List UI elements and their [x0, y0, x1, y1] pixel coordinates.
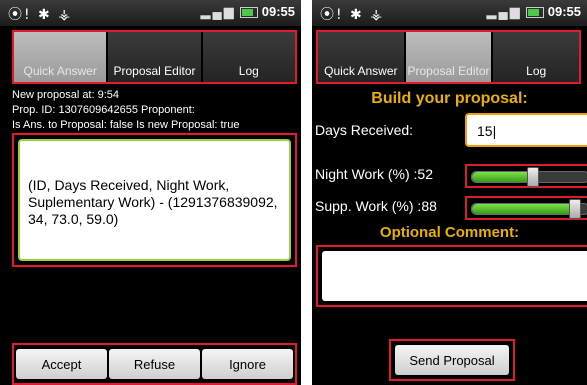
refuse-button[interactable]: Refuse [109, 349, 200, 379]
days-received-value: 15 [477, 123, 493, 139]
supp-work-thumb[interactable] [569, 199, 582, 219]
action-buttons: Accept Refuse Ignore [12, 343, 297, 385]
proposal-info: New proposal at: 9:54 Prop. ID: 13076096… [12, 88, 239, 133]
status-icons: ⦿! ✱ ⚶ [320, 7, 385, 23]
proposal-panel: (ID, Days Received, Night Work, Suplemen… [12, 133, 297, 267]
status-bar: ⦿! ✱ ⚶ ▂▄▆ 09:55 [312, 0, 587, 26]
quick-answer-screen: ⦿! ✱ ⚶ ▂▄▆ 09:55 Quick Answer Proposal Ed… [0, 0, 301, 385]
supp-work-label: Supp. Work (%) :88 [315, 198, 437, 214]
status-right: ▂▄▆ 09:55 [201, 4, 295, 20]
supp-work-slider[interactable] [465, 196, 587, 220]
proposal-id: Prop. ID: 1307609642655 Proponent: [12, 104, 195, 116]
supp-work-fill [472, 204, 575, 214]
build-proposal-title: Build your proposal: [371, 90, 528, 107]
new-proposal-time: New proposal at: 9:54 [12, 89, 120, 101]
send-panel: Send Proposal [389, 339, 515, 381]
status-time: 09:55 [547, 4, 581, 19]
night-work-thumb[interactable] [527, 167, 540, 187]
night-work-slider[interactable] [465, 164, 587, 188]
night-work-fill [472, 172, 533, 182]
supp-work-track [471, 199, 587, 219]
days-received-input[interactable]: 15| [465, 113, 587, 147]
status-right: ▂▄▆ 09:55 [487, 4, 581, 20]
status-icons: ⦿! ✱ ⚶ [8, 7, 73, 23]
days-received-label: Days Received: [315, 122, 414, 138]
comment-panel [316, 245, 587, 307]
tab-quick-answer[interactable]: Quick Answer [14, 32, 109, 82]
tab-log[interactable]: Log [202, 32, 295, 82]
proposal-editor-screen: ⦿! ✱ ⚶ ▂▄▆ 09:55 Quick Answer Proposal Ed… [312, 0, 587, 385]
signal-icon: ▂▄▆ [486, 4, 522, 19]
proposal-flags: Is Ans. to Proposal: false Is new Propos… [12, 119, 240, 131]
status-time: 09:55 [261, 4, 295, 19]
tab-bar: Quick Answer Proposal Editor Log [316, 30, 581, 84]
accept-button[interactable]: Accept [16, 349, 107, 379]
night-work-label: Night Work (%) :52 [315, 166, 433, 182]
tab-bar: Quick Answer Proposal Editor Log [12, 30, 297, 84]
night-work-track [471, 167, 587, 187]
comment-input[interactable] [322, 251, 587, 301]
optional-comment-title: Optional Comment: [379, 224, 520, 241]
tab-log[interactable]: Log [493, 32, 580, 82]
signal-icon: ▂▄▆ [200, 4, 236, 19]
battery-icon [239, 7, 258, 19]
status-bar: ⦿! ✱ ⚶ ▂▄▆ 09:55 [0, 0, 301, 26]
battery-icon [525, 7, 544, 19]
send-proposal-button[interactable]: Send Proposal [395, 345, 509, 375]
ignore-button[interactable]: Ignore [202, 349, 293, 379]
tab-proposal-editor[interactable]: Proposal Editor [405, 32, 494, 82]
proposal-text: (ID, Days Received, Night Work, Suplemen… [18, 139, 291, 261]
tab-proposal-editor[interactable]: Proposal Editor [108, 32, 203, 82]
tab-quick-answer[interactable]: Quick Answer [318, 32, 406, 82]
